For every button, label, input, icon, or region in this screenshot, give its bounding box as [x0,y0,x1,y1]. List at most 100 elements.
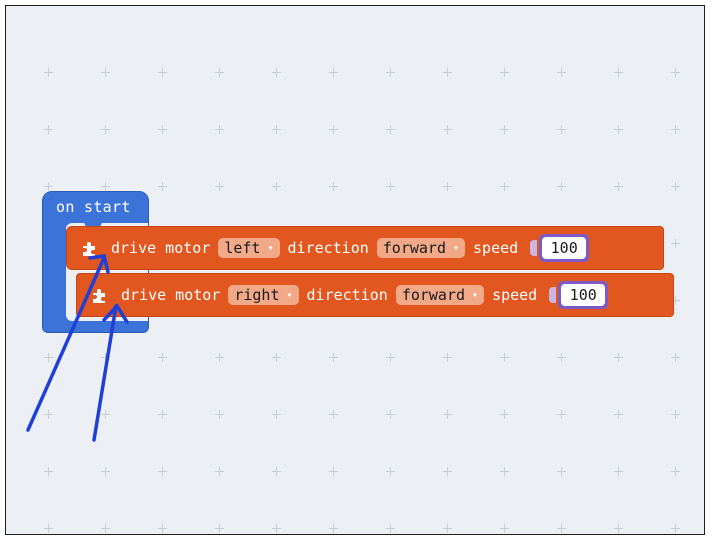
grid-marker [44,68,53,77]
grid-marker [386,68,395,77]
grid-marker [44,524,53,533]
grid-marker [329,125,338,134]
direction-label: direction [287,239,369,257]
grid-marker [614,467,623,476]
grid-marker [443,182,452,191]
direction-dropdown-value: forward [382,239,446,257]
grid-marker [215,182,224,191]
dropdown-arrow-icon: ▾ [286,289,293,301]
grid-marker [557,524,566,533]
grid-marker [158,125,167,134]
grid-marker [386,353,395,362]
grid-marker [101,125,110,134]
drive-motor-label: drive motor [121,286,221,304]
speed-label: speed [473,239,519,257]
grid-marker [101,467,110,476]
grid-marker [329,410,338,419]
grid-marker [329,353,338,362]
grid-marker [443,353,452,362]
grid-marker [500,125,509,134]
grid-marker [443,68,452,77]
grid-marker [500,353,509,362]
grid-marker [614,125,623,134]
grid-marker [671,68,680,77]
grid-marker [272,524,281,533]
grid-marker [101,353,110,362]
input-tab [530,240,538,256]
grid-marker [671,467,680,476]
grid-marker [101,182,110,191]
grid-marker [329,182,338,191]
grid-marker [44,410,53,419]
speed-label: speed [492,286,538,304]
grid-marker [272,182,281,191]
grid-marker [215,524,224,533]
grid-marker [614,524,623,533]
grid-marker [215,125,224,134]
grid-marker [215,467,224,476]
grid-marker [101,68,110,77]
grid-marker [272,353,281,362]
grid-marker [158,524,167,533]
grid-marker [272,125,281,134]
grid-marker [614,68,623,77]
grid-marker [500,467,509,476]
grid-marker [671,125,680,134]
puzzle-piece-icon [93,289,105,303]
grid-marker [215,410,224,419]
grid-marker [443,410,452,419]
grid-marker [329,68,338,77]
grid-marker [44,125,53,134]
speed-value: 100 [542,237,587,259]
speed-input-slot: 100 [530,234,590,262]
grid-marker [557,410,566,419]
grid-marker [329,524,338,533]
grid-marker [215,353,224,362]
speed-number-input[interactable]: 100 [539,234,590,262]
speed-value: 100 [561,284,606,306]
grid-marker [557,182,566,191]
grid-marker [158,182,167,191]
grid-marker [44,353,53,362]
grid-marker [557,125,566,134]
grid-marker [614,182,623,191]
grid-marker [443,467,452,476]
grid-marker [671,239,680,248]
grid-marker [500,68,509,77]
grid-marker [386,467,395,476]
grid-marker [500,524,509,533]
grid-marker [386,524,395,533]
puzzle-piece-icon [83,242,95,256]
grid-marker [614,410,623,419]
motor-dropdown[interactable]: left ▾ [218,238,280,258]
drive-motor-block-right[interactable]: drive motor right ▾ direction forward ▾ … [76,273,674,317]
direction-dropdown[interactable]: forward ▾ [376,238,466,258]
on-start-label: on start [56,198,131,216]
grid-marker [557,467,566,476]
grid-marker [443,125,452,134]
dropdown-arrow-icon: ▾ [267,242,274,254]
grid-marker [671,182,680,191]
grid-marker [671,524,680,533]
motor-dropdown-value: right [234,286,280,304]
grid-marker [386,182,395,191]
grid-marker [272,467,281,476]
grid-marker [557,68,566,77]
motor-dropdown[interactable]: right ▾ [228,285,299,305]
direction-dropdown-value: forward [401,286,466,304]
direction-dropdown[interactable]: forward ▾ [395,285,485,305]
grid-marker [386,125,395,134]
drive-motor-block-left[interactable]: drive motor left ▾ direction forward ▾ s… [66,226,664,270]
speed-number-input[interactable]: 100 [558,281,609,309]
speed-input-slot: 100 [549,281,609,309]
grid-marker [671,353,680,362]
grid-marker [44,182,53,191]
grid-marker [215,68,224,77]
grid-marker [158,410,167,419]
grid-marker [158,353,167,362]
grid-marker [671,410,680,419]
dropdown-arrow-icon: ▾ [453,242,460,254]
grid-marker [44,467,53,476]
grid-marker [329,467,338,476]
grid-marker [101,410,110,419]
